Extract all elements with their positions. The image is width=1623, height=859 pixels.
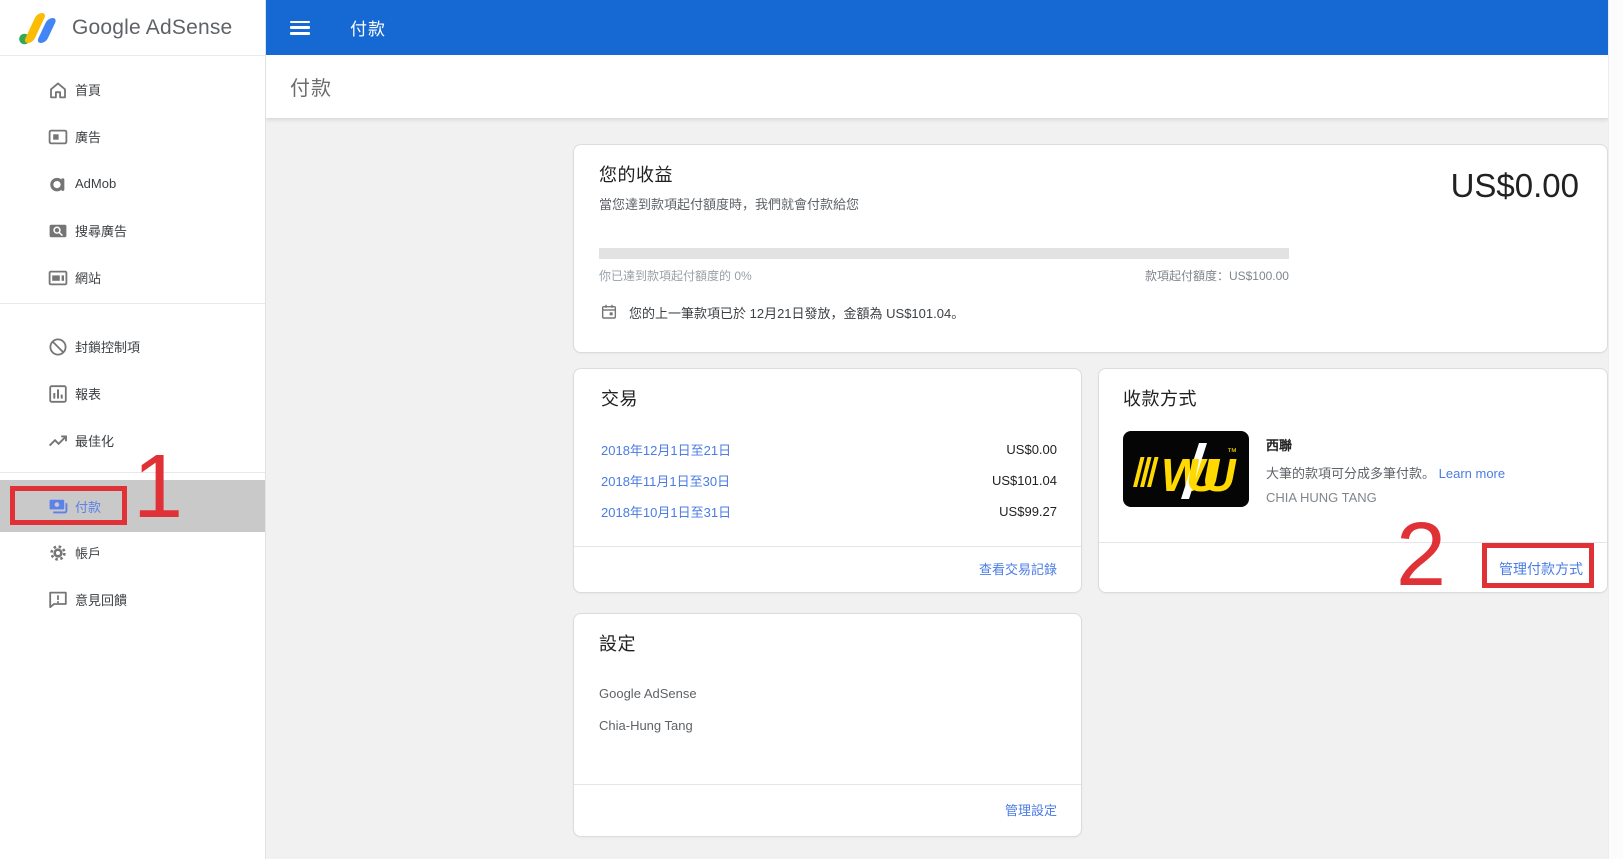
sidebar-divider bbox=[0, 303, 265, 304]
trending-up-icon bbox=[45, 428, 71, 454]
last-payment-note: 您的上一筆款項已於 12月21日發放，金額為 US$101.04。 bbox=[629, 305, 965, 321]
transaction-row: 2018年12月1日至21日 US$0.00 bbox=[601, 440, 1057, 458]
sidebar-item-label: 意見回饋 bbox=[75, 593, 128, 608]
settings-card-title: 設定 bbox=[599, 634, 636, 654]
payment-method-card-title: 收款方式 bbox=[1123, 389, 1197, 409]
feedback-icon bbox=[45, 587, 71, 613]
sidebar-item-admob[interactable]: AdMob bbox=[0, 160, 265, 207]
wu-logo-u: U bbox=[1186, 449, 1221, 501]
earnings-card: 您的收益 當您達到款項起付額度時，我們就會付款給您 US$0.00 你已達到款項… bbox=[573, 144, 1608, 353]
transaction-period-link[interactable]: 2018年11月1日至30日 bbox=[601, 471, 730, 490]
transaction-row: 2018年11月1日至30日 US$101.04 bbox=[601, 471, 1057, 489]
sidebar-item-label: 搜尋廣告 bbox=[75, 224, 128, 239]
wu-trademark: ™ bbox=[1227, 447, 1237, 458]
transaction-amount: US$99.27 bbox=[999, 503, 1057, 519]
sidebar-item-label: 最佳化 bbox=[75, 434, 115, 449]
transaction-amount: US$101.04 bbox=[991, 472, 1057, 488]
sidebar: Google AdSense 首頁 廣告 AdMob 搜尋廣告 網站 封鎖控制項… bbox=[0, 0, 266, 859]
sidebar-item-search-ads[interactable]: 搜尋廣告 bbox=[0, 207, 265, 254]
sidebar-item-blocking-controls[interactable]: 封鎖控制項 bbox=[0, 323, 265, 370]
view-transactions-link[interactable]: 查看交易記錄 bbox=[979, 559, 1057, 578]
earnings-card-subtitle: 當您達到款項起付額度時，我們就會付款給您 bbox=[599, 197, 860, 212]
transaction-period-link[interactable]: 2018年10月1日至31日 bbox=[601, 502, 731, 521]
gear-icon bbox=[45, 540, 71, 566]
menu-icon[interactable] bbox=[290, 20, 310, 35]
sidebar-item-home[interactable]: 首頁 bbox=[0, 66, 265, 113]
calendar-icon bbox=[599, 302, 619, 322]
western-union-logo: WU U ™ bbox=[1123, 431, 1249, 507]
sidebar-item-label: 帳戶 bbox=[75, 546, 102, 561]
payment-method-description: 大筆的款項可分成多筆付款。 bbox=[1266, 466, 1436, 481]
search-ads-icon bbox=[45, 218, 71, 244]
payment-method-name: 西聯 bbox=[1266, 438, 1293, 453]
settings-account-name: Chia-Hung Tang bbox=[599, 718, 693, 733]
transaction-row: 2018年10月1日至31日 US$99.27 bbox=[601, 502, 1057, 520]
sidebar-item-label: 封鎖控制項 bbox=[75, 340, 141, 355]
payee-name: CHIA HUNG TANG bbox=[1266, 490, 1377, 505]
transactions-card: 交易 2018年12月1日至21日 US$0.00 2018年11月1日至30日… bbox=[573, 368, 1082, 593]
sidebar-item-label: 首頁 bbox=[75, 83, 102, 98]
adsense-logo-text: Google AdSense bbox=[72, 15, 233, 39]
progress-label: 你已達到款項起付額度的 0% bbox=[599, 269, 752, 283]
home-icon bbox=[45, 77, 71, 103]
learn-more-link[interactable]: Learn more bbox=[1439, 466, 1505, 481]
sidebar-item-ads[interactable]: 廣告 bbox=[0, 113, 265, 160]
block-icon bbox=[45, 334, 71, 360]
sidebar-item-feedback[interactable]: 意見回饋 bbox=[0, 576, 265, 623]
annotation-step2-box bbox=[1482, 543, 1594, 588]
page-scrollbar[interactable] bbox=[1608, 0, 1623, 859]
header-title: 付款 bbox=[350, 20, 386, 39]
app-header: 付款 bbox=[266, 0, 1608, 55]
transaction-amount: US$0.00 bbox=[1006, 441, 1057, 457]
adsense-logo[interactable]: Google AdSense bbox=[0, 0, 265, 56]
reports-icon bbox=[45, 381, 71, 407]
annotation-step1-number: 1 bbox=[133, 437, 184, 537]
transaction-period-link[interactable]: 2018年12月1日至21日 bbox=[601, 440, 731, 459]
ads-icon bbox=[45, 124, 71, 150]
sidebar-item-label: 廣告 bbox=[75, 130, 102, 145]
transactions-card-title: 交易 bbox=[601, 389, 638, 409]
settings-card: 設定 Google AdSense Chia-Hung Tang 管理設定 bbox=[573, 613, 1082, 837]
current-balance: US$0.00 bbox=[1450, 167, 1579, 204]
sidebar-item-label: 報表 bbox=[75, 387, 102, 402]
sites-icon bbox=[45, 265, 71, 291]
settings-product: Google AdSense bbox=[599, 686, 697, 701]
annotation-step1-box bbox=[10, 486, 127, 525]
admob-icon bbox=[45, 171, 71, 197]
annotation-step2-number: 2 bbox=[1396, 505, 1447, 605]
sidebar-item-reports[interactable]: 報表 bbox=[0, 370, 265, 417]
manage-settings-link[interactable]: 管理設定 bbox=[1005, 800, 1057, 819]
sidebar-item-label: 網站 bbox=[75, 271, 102, 286]
page-title: 付款 bbox=[290, 78, 332, 100]
adsense-logo-icon bbox=[19, 12, 56, 44]
page-subheader: 付款 bbox=[266, 55, 1608, 119]
threshold-progress-bar bbox=[599, 248, 1289, 259]
threshold-label: 款項起付額度：US$100.00 bbox=[1144, 269, 1289, 283]
earnings-card-title: 您的收益 bbox=[599, 165, 673, 185]
sidebar-item-sites[interactable]: 網站 bbox=[0, 254, 265, 301]
sidebar-item-label: AdMob bbox=[75, 176, 117, 191]
